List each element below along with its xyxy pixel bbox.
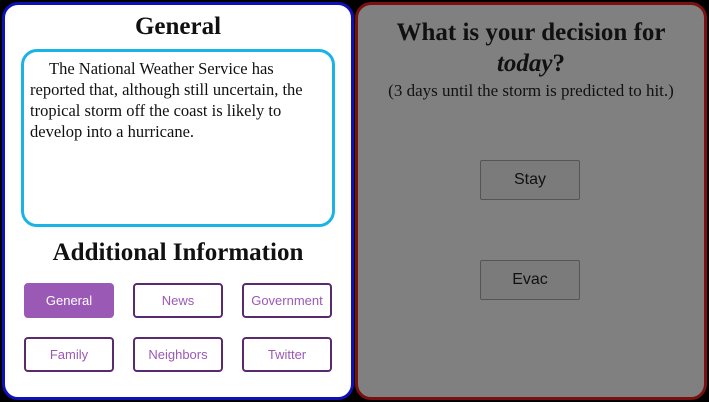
source-button-twitter[interactable]: Twitter bbox=[242, 337, 332, 372]
days-remaining-text: (3 days until the storm is predicted to … bbox=[388, 81, 674, 100]
stay-button[interactable]: Stay bbox=[480, 160, 580, 200]
question-suffix: ? bbox=[552, 50, 566, 77]
decision-panel: What is your decision for today? (3 days… bbox=[355, 2, 707, 400]
source-button-general[interactable]: General bbox=[24, 283, 114, 318]
source-button-news[interactable]: News bbox=[133, 283, 223, 318]
decision-question: What is your decision for today? bbox=[358, 17, 704, 79]
evac-button[interactable]: Evac bbox=[480, 260, 580, 300]
source-button-government[interactable]: Government bbox=[242, 283, 332, 318]
information-panel: General The National Weather Service has… bbox=[2, 2, 354, 400]
additional-info-heading: Additional Information bbox=[52, 239, 304, 266]
question-emphasis: today bbox=[496, 50, 553, 77]
source-button-neighbors[interactable]: Neighbors bbox=[133, 337, 223, 372]
message-box: The National Weather Service has reporte… bbox=[21, 49, 335, 227]
message-text: The National Weather Service has reporte… bbox=[30, 59, 303, 141]
source-button-family[interactable]: Family bbox=[24, 337, 114, 372]
general-heading: General bbox=[134, 13, 222, 40]
question-prefix: What is your decision for bbox=[396, 19, 666, 46]
